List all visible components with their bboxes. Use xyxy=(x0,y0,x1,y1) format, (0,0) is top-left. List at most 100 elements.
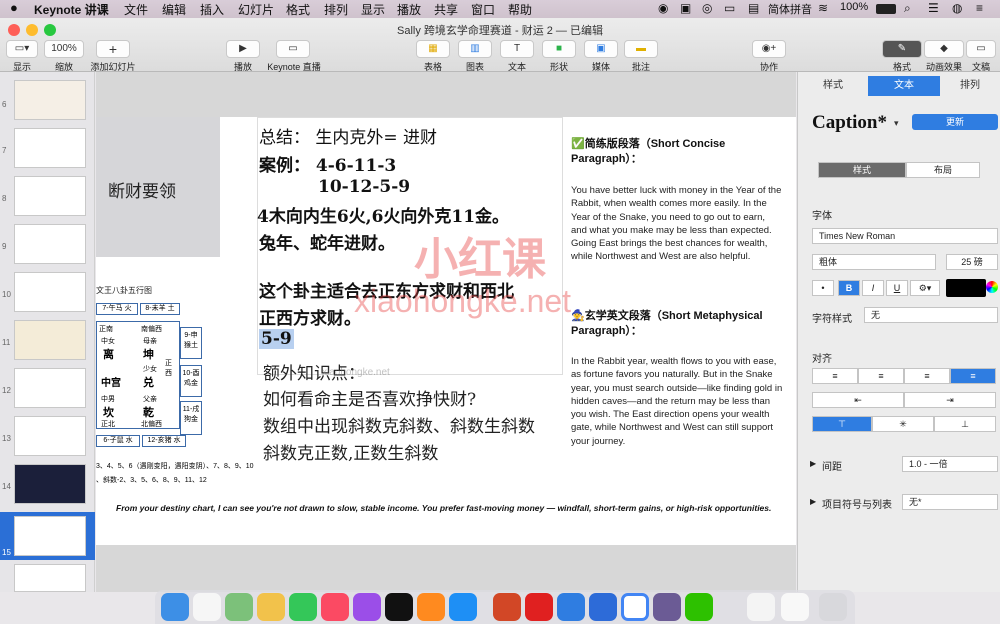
text-button[interactable]: T xyxy=(500,40,534,58)
justify-button[interactable]: ≡ xyxy=(950,368,996,384)
powerpoint-icon[interactable] xyxy=(493,593,521,621)
safari-icon[interactable] xyxy=(589,593,617,621)
app-store-icon[interactable] xyxy=(449,593,477,621)
slide-thumbnail-13[interactable] xyxy=(14,416,86,456)
shape-button[interactable]: ■ xyxy=(542,40,576,58)
menu-edit[interactable]: 编辑 xyxy=(162,1,186,18)
spacing-select[interactable]: 1.0 - 一倍 xyxy=(902,456,998,472)
valign-top-button[interactable]: ⊤ xyxy=(812,416,872,432)
font-select[interactable]: Times New Roman xyxy=(812,228,998,244)
reminders-icon[interactable] xyxy=(193,593,221,621)
slide-thumbnail-16[interactable] xyxy=(14,564,86,592)
zoom-window-button[interactable] xyxy=(44,24,56,36)
slide-thumbnail-8[interactable] xyxy=(14,176,86,216)
chevron-right-icon[interactable]: ▶ xyxy=(810,497,816,506)
update-button[interactable]: 更新 xyxy=(912,114,998,130)
finder-icon[interactable] xyxy=(161,593,189,621)
bold-button[interactable]: B xyxy=(838,280,860,296)
document-button[interactable]: ▭ xyxy=(966,40,996,58)
wechat-status-icon[interactable]: ◉ xyxy=(658,1,668,15)
menu-play[interactable]: 播放 xyxy=(397,1,421,18)
tab-text[interactable]: 文本 xyxy=(868,76,940,96)
menu-share[interactable]: 共享 xyxy=(434,1,458,18)
menu-insert[interactable]: 插入 xyxy=(200,1,224,18)
subtab-layout[interactable]: 布局 xyxy=(906,162,980,178)
tab-arrange[interactable]: 排列 xyxy=(940,76,1000,96)
format-button[interactable]: ✎ xyxy=(882,40,922,58)
chart-button[interactable]: ▥ xyxy=(458,40,492,58)
live-button[interactable]: ▭ xyxy=(276,40,310,58)
chevron-right-icon[interactable]: ▶ xyxy=(810,459,816,468)
chrome-icon[interactable] xyxy=(621,593,649,621)
increase-indent-button[interactable]: ⇥ xyxy=(904,392,996,408)
keynote-icon[interactable] xyxy=(557,593,585,621)
document-thumbnail-icon[interactable] xyxy=(781,593,809,621)
play-button[interactable]: ▶ xyxy=(226,40,260,58)
menu-view[interactable]: 显示 xyxy=(361,1,385,18)
text-options-button[interactable]: • xyxy=(812,280,834,296)
notes-icon[interactable] xyxy=(257,593,285,621)
collaborate-button[interactable]: ◉+ xyxy=(752,40,786,58)
siri-icon[interactable]: ◍ xyxy=(952,1,962,15)
selected-text[interactable]: 5-9 xyxy=(259,329,294,349)
numbers-icon[interactable] xyxy=(289,593,317,621)
input-source-label[interactable]: 简体拼音 xyxy=(768,1,812,17)
menu-help[interactable]: 帮助 xyxy=(508,1,532,18)
minimize-window-button[interactable] xyxy=(26,24,38,36)
wechat-icon[interactable] xyxy=(685,593,713,621)
valign-bottom-button[interactable]: ⊥ xyxy=(934,416,996,432)
subtab-style[interactable]: 样式 xyxy=(818,162,906,178)
bullets-select[interactable]: 无* xyxy=(902,494,998,510)
slide-thumbnail-9[interactable] xyxy=(14,224,86,264)
close-window-button[interactable] xyxy=(8,24,20,36)
menu-arrange[interactable]: 排列 xyxy=(324,1,348,18)
chevron-down-icon[interactable]: ▾ xyxy=(894,118,899,129)
menu-file[interactable]: 文件 xyxy=(124,1,148,18)
control-center-icon[interactable]: ☰ xyxy=(928,1,939,15)
slide-thumbnail-10[interactable] xyxy=(14,272,86,312)
char-style-select[interactable]: 无 xyxy=(864,307,998,323)
books-icon[interactable] xyxy=(417,593,445,621)
paragraph-style-name[interactable]: Caption* xyxy=(812,112,887,134)
comment-button[interactable]: ▬ xyxy=(624,40,658,58)
camera-status-icon[interactable]: ▣ xyxy=(680,1,691,15)
input-source-icon[interactable]: ▤ xyxy=(748,1,759,15)
weight-select[interactable]: 粗体 xyxy=(812,254,936,270)
music-icon[interactable] xyxy=(321,593,349,621)
color-wheel-icon[interactable] xyxy=(986,281,998,293)
text-color-swatch[interactable] xyxy=(946,279,986,297)
battery-icon[interactable] xyxy=(876,4,896,14)
slide[interactable]: 断财要领 总结： 生内克外= 进财 案例： 4-6-11-3 10-12-5-9… xyxy=(96,117,796,545)
menu-app-name[interactable]: Keynote 讲课 xyxy=(34,1,109,18)
photo-booth-icon[interactable] xyxy=(653,593,681,621)
notification-icon[interactable]: ≡ xyxy=(976,1,983,15)
left-title[interactable]: 断财要领 xyxy=(108,177,176,202)
wifi-icon[interactable]: ≋ xyxy=(818,1,828,15)
menu-format[interactable]: 格式 xyxy=(286,1,310,18)
podcasts-icon[interactable] xyxy=(353,593,381,621)
italic-button[interactable]: I xyxy=(862,280,884,296)
valign-middle-button[interactable]: ✳ xyxy=(872,416,934,432)
maps-icon[interactable] xyxy=(225,593,253,621)
menu-window[interactable]: 窗口 xyxy=(471,1,495,18)
slide-thumbnail-6[interactable] xyxy=(14,80,86,120)
size-stepper[interactable]: 25 磅 xyxy=(946,254,998,270)
table-button[interactable]: ▦ xyxy=(416,40,450,58)
slide-thumbnail-11[interactable] xyxy=(14,320,86,360)
tv-icon[interactable] xyxy=(385,593,413,621)
align-center-button[interactable]: ≡ xyxy=(858,368,904,384)
tab-style[interactable]: 样式 xyxy=(798,76,868,96)
zoom-select[interactable]: 100% xyxy=(44,40,84,58)
slide-thumbnail-7[interactable] xyxy=(14,128,86,168)
apple-icon[interactable]: ● xyxy=(10,0,18,15)
window-thumbnail-icon[interactable] xyxy=(747,593,775,621)
slide-thumbnail-15[interactable] xyxy=(14,516,86,556)
add-slide-button[interactable]: + xyxy=(96,40,130,58)
align-left-button[interactable]: ≡ xyxy=(812,368,858,384)
decrease-indent-button[interactable]: ⇤ xyxy=(812,392,904,408)
slide-thumbnail-12[interactable] xyxy=(14,368,86,408)
record-status-icon[interactable]: ◎ xyxy=(702,1,712,15)
search-icon[interactable]: ⌕ xyxy=(904,1,911,16)
trash-icon[interactable] xyxy=(819,593,847,621)
menu-slide[interactable]: 幻灯片 xyxy=(238,1,274,18)
